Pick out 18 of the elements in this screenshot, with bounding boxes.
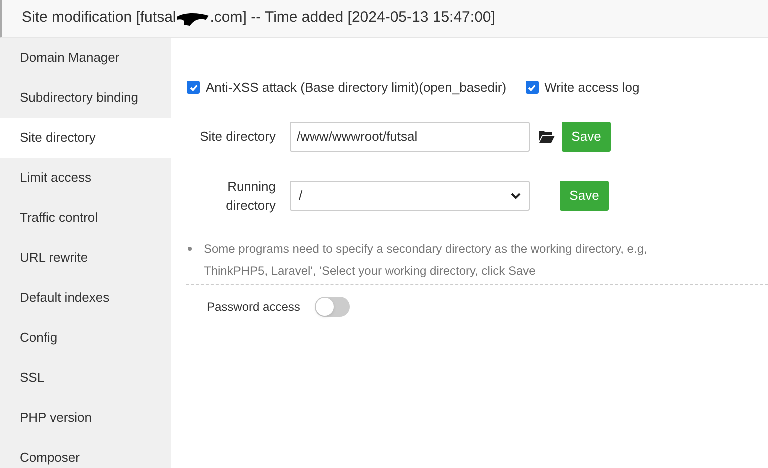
field-label: Running directory xyxy=(225,178,277,215)
checkbox[interactable] xyxy=(526,81,539,94)
note-text: Some programs need to specify a secondary directory as the working directory, e.g, ThinkPHP5, Laravel', 'Select your working directory, click Save xyxy=(204,240,648,280)
field-label: Site directory xyxy=(199,128,277,146)
toggle-label: Password access xyxy=(207,298,300,316)
bullet-icon xyxy=(188,246,192,250)
window-title: Site modification [futsal xyxy=(22,8,176,28)
input-field[interactable]: /www/wwwroot/futsal xyxy=(290,122,530,152)
redaction-mark xyxy=(176,10,210,26)
checkbox[interactable] xyxy=(187,81,200,94)
dropdown[interactable]: / xyxy=(290,181,530,211)
sidebar-item[interactable]: Site directory xyxy=(0,118,171,158)
folder-icon[interactable] xyxy=(539,130,555,143)
chevron-down-icon xyxy=(511,192,521,200)
window-title: .com] -- Time added [2024-05-13 15:47:00] xyxy=(210,8,496,28)
toggle-switch[interactable] xyxy=(315,296,350,316)
checkbox-label: Write access log xyxy=(544,79,640,97)
checkbox-label: Anti-XSS attack (Base directory limit)(open_basedir) xyxy=(206,79,507,97)
